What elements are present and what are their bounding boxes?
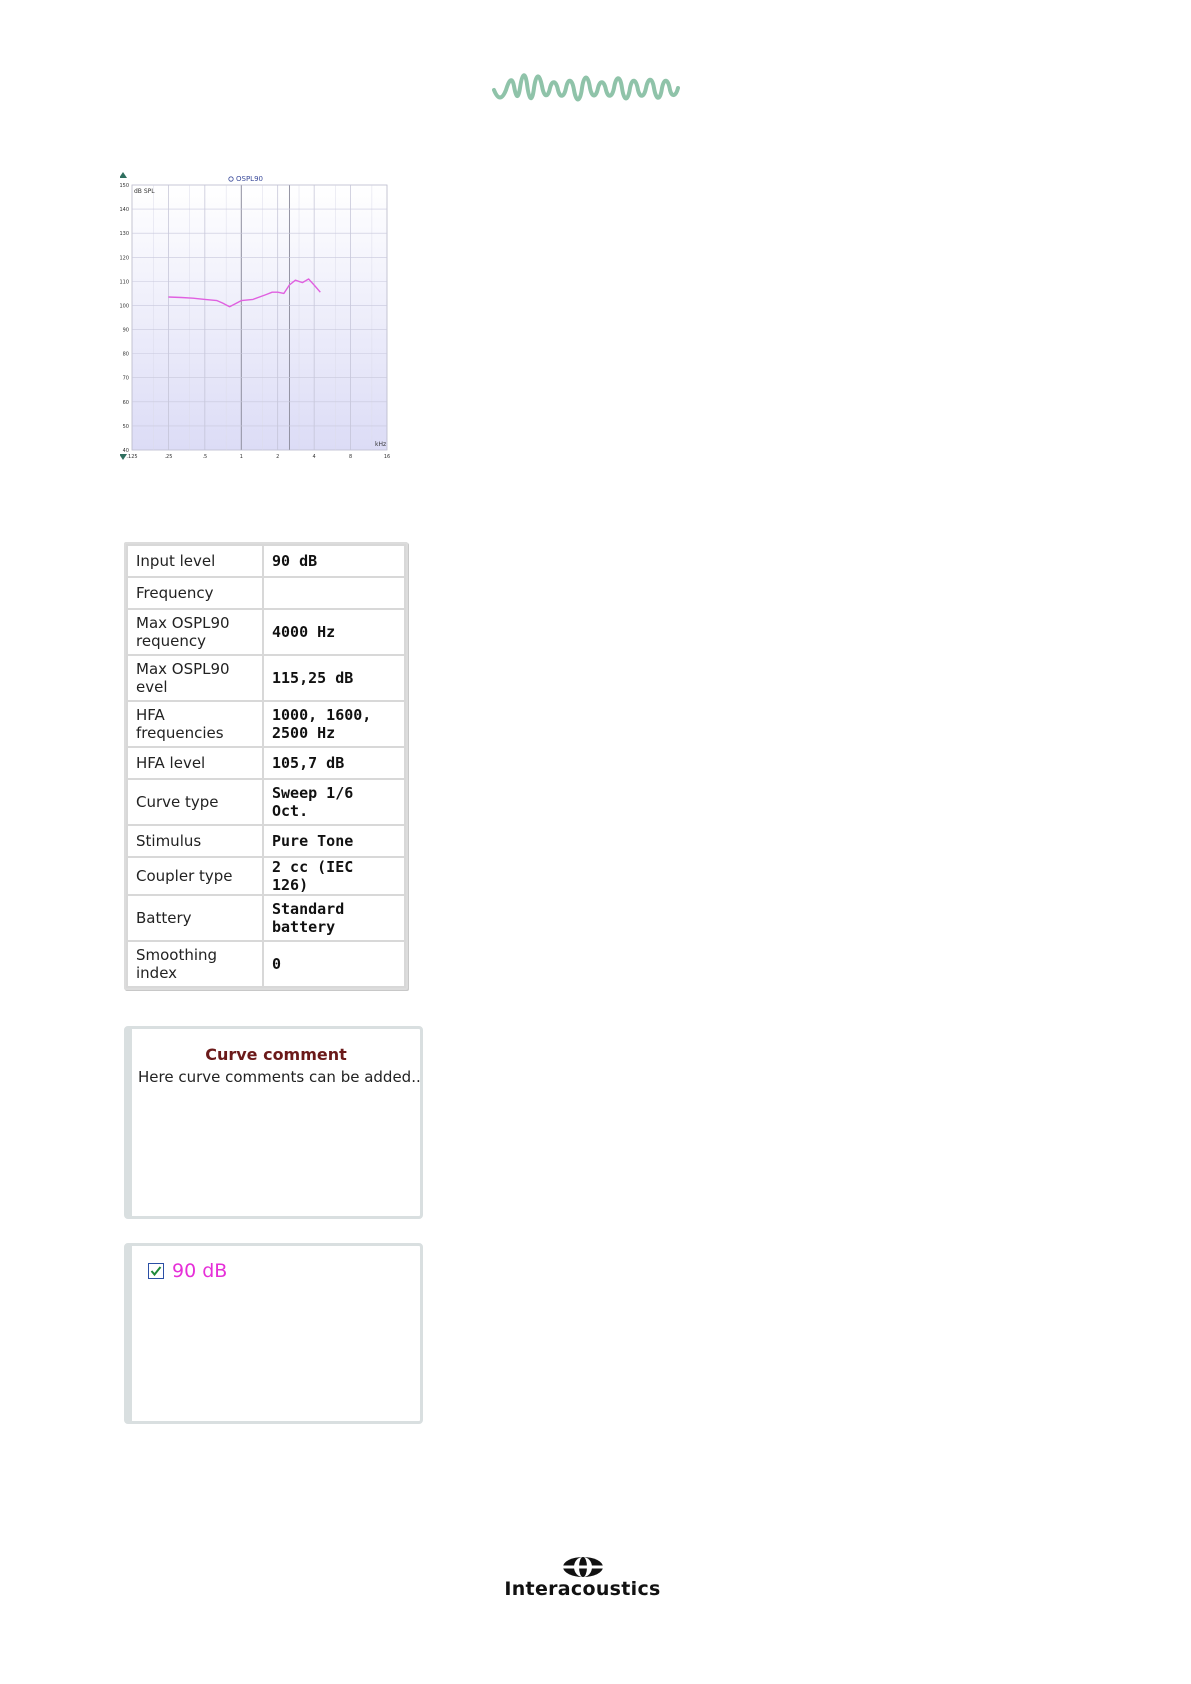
x-tick-label: .25	[164, 454, 172, 460]
info-value: 1000, 1600, 2500 Hz	[262, 700, 406, 748]
graph-title: OSPL90	[236, 175, 263, 183]
x-tick-label: 1	[240, 454, 243, 460]
curve-comment-box[interactable]: Curve comment Here curve comments can be…	[124, 1026, 423, 1219]
ear-icon	[228, 176, 234, 182]
info-value: 115,25 dB	[262, 654, 406, 702]
legend-item[interactable]: 90 dB	[148, 1260, 227, 1282]
y-tick-label: 140	[120, 207, 129, 213]
info-value: 0	[262, 940, 406, 988]
x-unit-label: kHz	[375, 441, 386, 448]
x-tick-label: 16	[384, 454, 390, 460]
curve-comment-text[interactable]: Here curve comments can be added...	[132, 1068, 420, 1086]
curve-legend-box: 90 dB	[124, 1243, 423, 1424]
plot-area	[131, 184, 388, 451]
y-tick-label: 80	[123, 352, 129, 358]
waveform-logo-icon	[492, 73, 680, 102]
info-label: Max OSPL90 evel	[126, 654, 264, 702]
info-row: Battery Standard battery	[126, 894, 406, 942]
info-value: Sweep 1/6 Oct.	[262, 778, 406, 826]
info-label: Max OSPL90 requency	[126, 608, 264, 656]
info-value	[262, 576, 406, 610]
info-label: Input level	[126, 544, 264, 578]
y-tick-label: 150	[120, 183, 129, 189]
scroll-up-icon[interactable]	[120, 172, 127, 178]
info-row: Stimulus Pure Tone	[126, 824, 406, 858]
y-tick-label: 50	[123, 424, 129, 430]
x-tick-label: .125	[126, 454, 137, 460]
y-tick-label: 60	[123, 400, 129, 406]
info-value: 105,7 dB	[262, 746, 406, 780]
curve-comment-title: Curve comment	[205, 1045, 347, 1064]
brand-footer: Interacoustics	[490, 1556, 675, 1600]
info-row: HFA frequencies 1000, 1600, 2500 Hz	[126, 700, 406, 748]
info-label: Coupler type	[126, 856, 264, 896]
measurement-info-panel: Input level 90 dB Frequency Max OSPL90 requ…	[124, 542, 408, 990]
x-tick-labels: .125 .25 .5 1 2 4 8 16	[126, 454, 390, 460]
info-label: HFA frequencies	[126, 700, 264, 748]
x-tick-label: .5	[202, 454, 207, 460]
checkmark-icon	[150, 1266, 162, 1277]
info-value: Standard battery	[262, 894, 406, 942]
info-value: Pure Tone	[262, 824, 406, 858]
info-row: Input level 90 dB	[126, 544, 406, 578]
brand-name: Interacoustics	[504, 1578, 661, 1600]
info-label: Curve type	[126, 778, 264, 826]
info-label: Frequency	[126, 576, 264, 610]
info-value: 90 dB	[262, 544, 406, 578]
info-row: Max OSPL90 evel 115,25 dB	[126, 654, 406, 702]
x-tick-label: 2	[276, 454, 279, 460]
info-row: Coupler type 2 cc (IEC 126)	[126, 856, 406, 896]
info-label: HFA level	[126, 746, 264, 780]
info-row: HFA level 105,7 dB	[126, 746, 406, 780]
legend-checkbox[interactable]	[148, 1263, 164, 1279]
info-row: Smoothing index 0	[126, 940, 406, 988]
info-value: 4000 Hz	[262, 608, 406, 656]
y-unit-label: dB SPL	[134, 188, 155, 195]
x-tick-label: 8	[349, 454, 352, 460]
interacoustics-logo-icon	[562, 1557, 603, 1577]
y-tick-label: 90	[123, 328, 129, 334]
info-value: 2 cc (IEC 126)	[262, 856, 406, 896]
info-row: Curve type Sweep 1/6 Oct.	[126, 778, 406, 826]
y-tick-label: 120	[120, 255, 129, 261]
x-tick-label: 4	[313, 454, 316, 460]
y-tick-labels: 150140130120110100908070605040	[120, 183, 129, 454]
info-table: Input level 90 dB Frequency Max OSPL90 requ…	[126, 544, 406, 988]
ospl90-graph: 150140130120110100908070605040 .125.25.5…	[120, 172, 390, 460]
info-row: Max OSPL90 requency 4000 Hz	[126, 608, 406, 656]
info-row: Frequency	[126, 576, 406, 610]
y-tick-label: 100	[120, 303, 129, 309]
info-label: Battery	[126, 894, 264, 942]
info-label: Smoothing index	[126, 940, 264, 988]
legend-label: 90 dB	[172, 1260, 228, 1282]
y-tick-label: 110	[120, 279, 129, 285]
y-tick-label: 70	[123, 376, 129, 382]
y-tick-label: 130	[120, 231, 129, 237]
info-label: Stimulus	[126, 824, 264, 858]
